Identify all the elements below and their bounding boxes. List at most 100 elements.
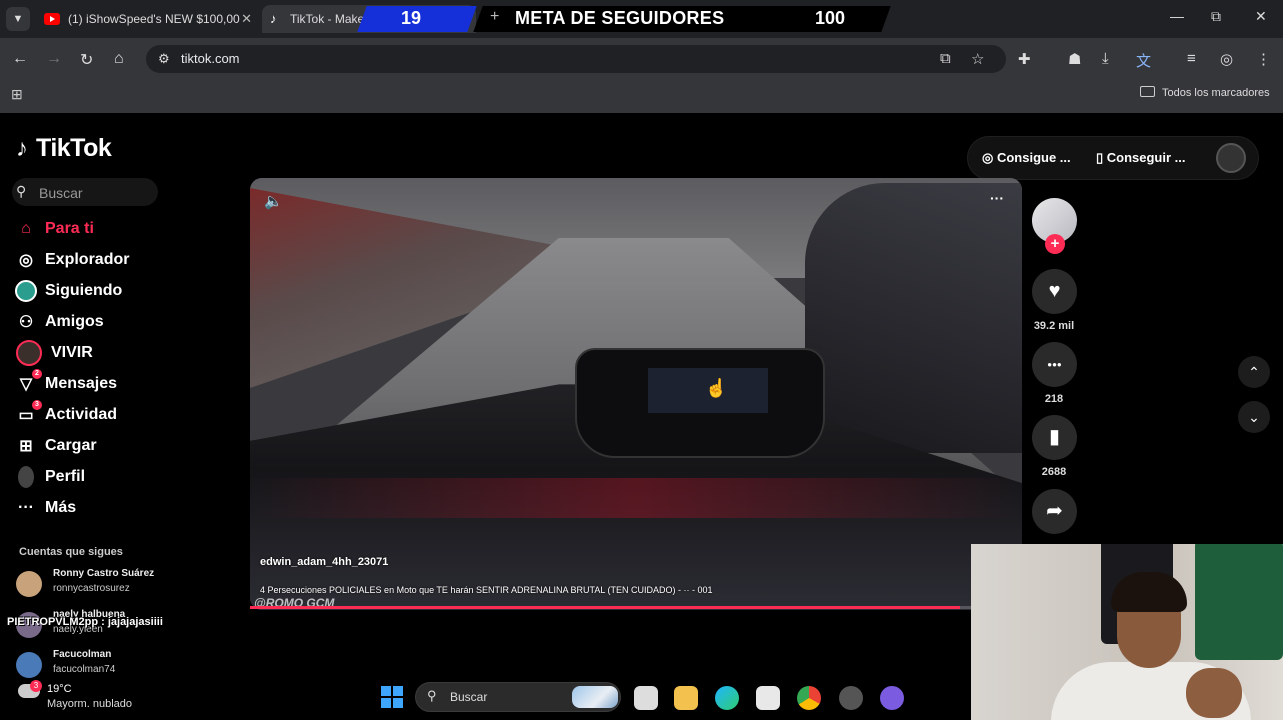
previous-video-button[interactable]: ⌃ (1238, 356, 1270, 388)
video-author[interactable]: edwin_adam_4hh_23071 (260, 556, 388, 568)
account-handle: ronnycastrosurez (53, 583, 130, 594)
media-icon[interactable]: ≡ (1187, 50, 1196, 67)
following-heading: Cuentas que sigues (19, 546, 123, 558)
bookmark-icon: ▮ (1048, 426, 1060, 448)
comment-count: 218 (1044, 393, 1064, 405)
reload-icon[interactable]: ↻ (80, 50, 93, 70)
video-progress-bar[interactable] (250, 606, 1022, 609)
live-icon (14, 340, 44, 366)
sidebar-item-perfil[interactable]: Perfil (14, 464, 85, 490)
url-text[interactable]: tiktok.com (181, 51, 240, 66)
start-button[interactable] (381, 686, 403, 708)
following-account[interactable]: Ronny Castro Suárez ronnycastrosurez (16, 568, 196, 600)
sidebar-item-label: Actividad (45, 406, 118, 423)
restore-button[interactable]: ⧉ (1211, 8, 1221, 25)
account-name: Ronny Castro Suárez (53, 568, 155, 579)
next-video-button[interactable]: ⌄ (1238, 401, 1270, 433)
mouse-cursor-icon: ☝ (705, 378, 728, 398)
volume-icon[interactable]: 🔈 (264, 192, 283, 210)
video-description: 4 Persecuciones POLICIALES en Moto que T… (260, 585, 713, 595)
weather-description[interactable]: Mayorm. nublado (47, 698, 132, 710)
new-tab-button[interactable]: + (490, 8, 499, 26)
goal-title: META DE SEGUIDORES (515, 8, 725, 28)
sidebar-item-mas[interactable]: ··· Más (14, 495, 76, 521)
forward-icon[interactable]: → (46, 50, 62, 68)
person-hair (1111, 572, 1187, 612)
tab-youtube[interactable]: (1) iShowSpeed's NEW $100,00 ✕ (38, 5, 260, 33)
jersey-green (1195, 544, 1283, 660)
like-button[interactable]: ♥ (1032, 269, 1077, 314)
screen: ▼ (1) iShowSpeed's NEW $100,00 ✕ ♪ TikTo… (0, 0, 1283, 720)
button-label: Consigue ... (996, 150, 1071, 165)
goal-current: 19 (400, 8, 422, 28)
all-bookmarks-link[interactable]: Todos los marcadores (1162, 87, 1270, 99)
obs-icon[interactable] (839, 686, 863, 710)
file-explorer-icon[interactable] (674, 686, 698, 710)
profile-icon[interactable]: ◎ (1220, 50, 1233, 68)
chrome-icon[interactable] (797, 686, 821, 710)
more-options-icon[interactable]: ··· (990, 190, 1004, 206)
chat-app-icon[interactable] (880, 686, 904, 710)
goal-target: 100 (815, 8, 846, 28)
install-app-icon[interactable]: ⧉ (940, 50, 951, 67)
chevron-up-icon: ⌃ (1248, 364, 1260, 380)
sidebar-item-label: Más (45, 499, 77, 516)
tab-search-button[interactable]: ▼ (6, 7, 30, 31)
sidebar-item-cargar[interactable]: ⊞ Cargar (14, 433, 96, 459)
minimize-button[interactable]: — (1170, 8, 1184, 24)
following-icon (14, 279, 38, 303)
close-window-button[interactable]: ✕ (1255, 8, 1267, 25)
account-handle: facucolman74 (53, 664, 116, 675)
translate-icon[interactable]: 文 (1136, 50, 1151, 71)
store-icon[interactable] (756, 686, 780, 710)
friends-icon: ⚇ (18, 314, 34, 331)
tab-title: (1) iShowSpeed's NEW $100,00 (68, 12, 240, 26)
follow-button[interactable]: + (1045, 234, 1065, 254)
sidebar-item-actividad[interactable]: ▭ 3 Actividad (14, 400, 118, 428)
home-icon[interactable]: ⌂ (114, 50, 124, 68)
home-icon: ⌂ (21, 220, 31, 237)
profile-icon (14, 465, 38, 489)
search-input[interactable] (12, 178, 158, 206)
video-player[interactable] (250, 178, 1022, 610)
like-count: 39.2 mil (1033, 320, 1075, 332)
menu-icon[interactable]: ⋮ (1256, 50, 1271, 68)
get-coins-button[interactable]: ◎ Consigue ... (982, 150, 1071, 166)
profile-avatar[interactable] (1216, 143, 1246, 173)
apps-grid-icon[interactable]: ⊞ (11, 86, 23, 103)
coin-icon: ◎ (982, 150, 997, 165)
youtube-icon (44, 13, 60, 25)
sidebar-item-label: Siguiendo (45, 282, 123, 299)
following-account[interactable]: Facucolman facucolman74 (16, 649, 196, 681)
bookmark-button[interactable]: ▮ (1032, 415, 1077, 460)
get-app-button[interactable]: ▯ Conseguir ... (1096, 150, 1186, 166)
messages-badge: 2 (32, 369, 42, 379)
task-view-icon[interactable] (634, 686, 658, 710)
incognito-icon[interactable]: ☗ (1068, 50, 1081, 68)
weather-temperature[interactable]: 19°C (47, 683, 72, 695)
bookmark-star-icon[interactable]: ☆ (971, 50, 984, 68)
site-settings-icon[interactable]: ⚙ (158, 51, 170, 67)
sidebar-item-label: Mensajes (45, 375, 118, 392)
sidebar-item-mensajes[interactable]: ▽ 2 Mensajes (14, 369, 118, 397)
sidebar-item-siguiendo[interactable]: Siguiendo (14, 278, 122, 304)
sidebar-item-vivir[interactable]: VIVIR (14, 340, 93, 366)
heart-icon: ♥ (1048, 280, 1061, 302)
avatar (16, 652, 42, 678)
account-name: Facucolman (53, 649, 112, 660)
share-button[interactable]: ➦ (1032, 489, 1077, 534)
comment-button[interactable]: ●●● (1032, 342, 1077, 387)
address-bar[interactable] (146, 45, 1006, 73)
search-placeholder: Buscar (39, 185, 83, 201)
sidebar-item-explorador[interactable]: ◎ Explorador (14, 247, 129, 273)
download-icon[interactable]: ⤓ (1102, 50, 1109, 67)
video-frame-car (805, 183, 1022, 453)
sidebar-item-amigos[interactable]: ⚇ Amigos (14, 309, 104, 335)
sidebar-item-para-ti[interactable]: ⌂ Para ti (14, 216, 94, 242)
activity-badge: 3 (32, 400, 42, 410)
back-icon[interactable]: ← (12, 50, 28, 68)
close-tab-icon[interactable]: ✕ (241, 5, 252, 33)
extensions-icon[interactable]: ✚ (1018, 50, 1031, 68)
edge-icon[interactable] (715, 686, 739, 710)
tiktok-logo[interactable]: ♪ TikTok (16, 134, 112, 163)
